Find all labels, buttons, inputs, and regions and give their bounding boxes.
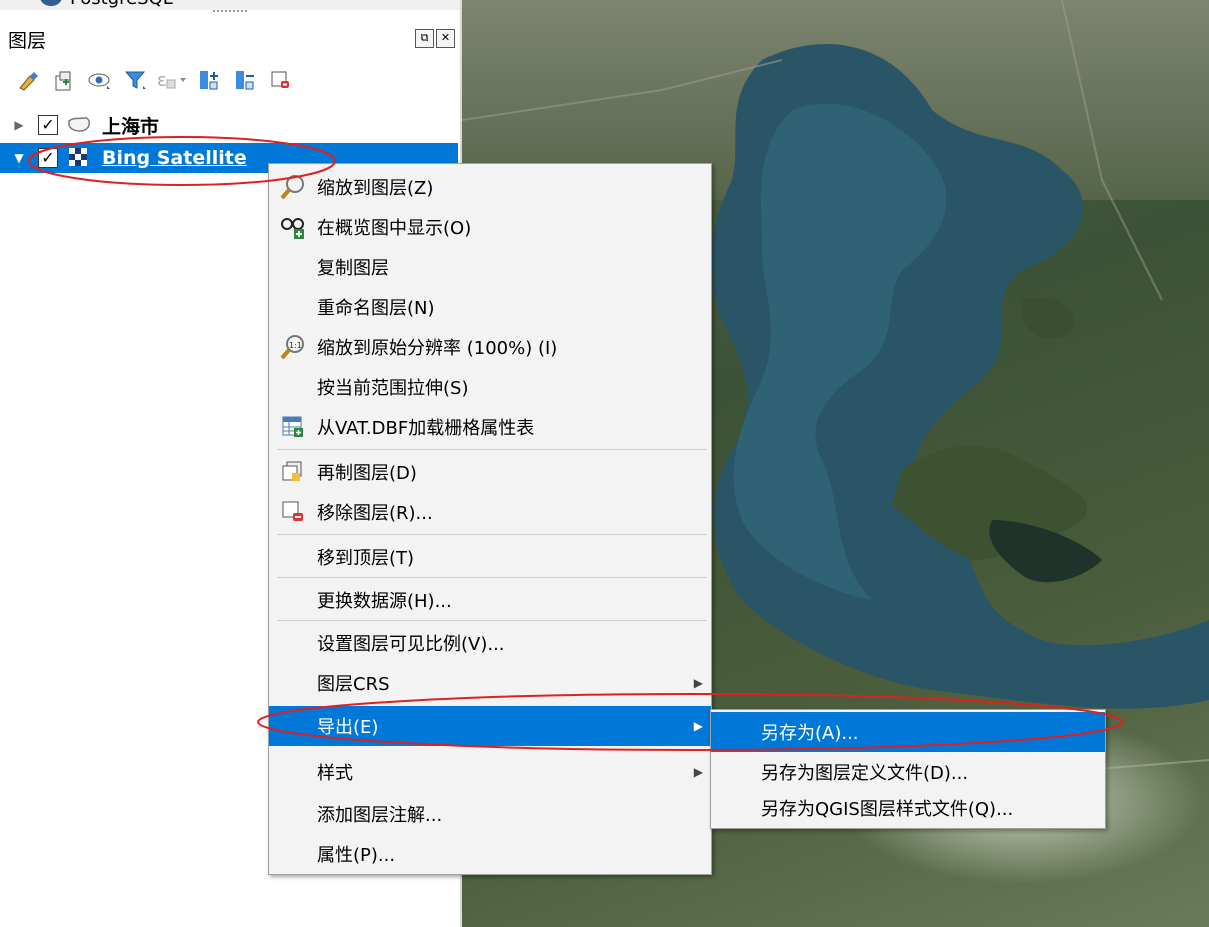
layer-name-label[interactable]: Bing Satellite bbox=[102, 147, 247, 169]
menu-separator bbox=[277, 534, 707, 535]
menu-item-rename-layer[interactable]: 重命名图层(N) bbox=[269, 287, 711, 327]
filter-expression-icon[interactable]: ε bbox=[154, 64, 190, 96]
postgresql-item-label[interactable]: PostgreSQL bbox=[70, 0, 173, 9]
browser-dock-remnant: PostgreSQL bbox=[0, 0, 460, 10]
menu-separator bbox=[277, 620, 707, 621]
dock-splitter-handle[interactable] bbox=[213, 10, 247, 15]
submenu-arrow-icon: ▶ bbox=[693, 676, 703, 690]
svg-text:ε: ε bbox=[157, 70, 167, 91]
collapse-arrow-icon[interactable]: ▼ bbox=[10, 151, 28, 165]
menu-item-save-as-qgis-style[interactable]: 另存为QGIS图层样式文件(Q)... bbox=[711, 788, 1105, 828]
menu-item-set-visibility-scale[interactable]: 设置图层可见比例(V)... bbox=[269, 623, 711, 663]
menu-item-remove-layer[interactable]: 移除图层(R)... bbox=[269, 492, 711, 532]
float-panel-button[interactable]: ⧉ bbox=[415, 29, 434, 48]
layer-visibility-checkbox[interactable]: ✓ bbox=[38, 148, 58, 168]
layer-visibility-checkbox[interactable]: ✓ bbox=[38, 115, 58, 135]
expand-all-icon[interactable] bbox=[190, 64, 226, 96]
layer-context-menu: 缩放到图层(Z) 在概览图中显示(O) 复制图层 重命名图层(N) 1:1 缩放… bbox=[268, 163, 712, 875]
close-panel-button[interactable]: ✕ bbox=[436, 29, 455, 48]
attribute-table-icon bbox=[279, 413, 307, 441]
menu-item-stretch-current-extent[interactable]: 按当前范围拉伸(S) bbox=[269, 367, 711, 407]
menu-separator bbox=[277, 577, 707, 578]
menu-item-change-data-source[interactable]: 更换数据源(H)... bbox=[269, 580, 711, 620]
menu-item-properties[interactable]: 属性(P)... bbox=[269, 834, 711, 874]
menu-item-show-in-overview[interactable]: 在概览图中显示(O) bbox=[269, 207, 711, 247]
menu-item-zoom-native-resolution[interactable]: 1:1 缩放到原始分辨率 (100%) (I) bbox=[269, 327, 711, 367]
style-manager-icon[interactable] bbox=[10, 64, 46, 96]
svg-text:1:1: 1:1 bbox=[289, 341, 302, 350]
duplicate-layer-icon bbox=[279, 458, 307, 486]
menu-item-zoom-to-layer[interactable]: 缩放到图层(Z) bbox=[269, 167, 711, 207]
menu-item-export[interactable]: 导出(E) ▶ bbox=[269, 706, 711, 746]
menu-item-load-vat-dbf[interactable]: 从VAT.DBF加载栅格属性表 bbox=[269, 407, 711, 447]
menu-item-move-to-top[interactable]: 移到顶层(T) bbox=[269, 537, 711, 577]
menu-separator bbox=[277, 449, 707, 450]
submenu-arrow-icon: ▶ bbox=[693, 719, 703, 733]
layer-row-shanghai[interactable]: ▶ ✓ 上海市 bbox=[0, 110, 458, 140]
polygon-layer-icon bbox=[66, 114, 92, 136]
menu-item-layer-crs[interactable]: 图层CRS ▶ bbox=[269, 663, 711, 703]
expand-arrow-icon[interactable]: ▶ bbox=[10, 118, 28, 132]
layers-toolbar: ε bbox=[10, 64, 298, 96]
layer-name-label[interactable]: 上海市 bbox=[102, 112, 159, 139]
menu-item-duplicate-layer[interactable]: 再制图层(D) bbox=[269, 452, 711, 492]
remove-layer-icon bbox=[279, 498, 307, 526]
menu-item-styles[interactable]: 样式 ▶ bbox=[269, 752, 711, 792]
remove-layer-icon[interactable] bbox=[262, 64, 298, 96]
show-in-overview-icon bbox=[279, 213, 307, 241]
submenu-arrow-icon: ▶ bbox=[693, 765, 703, 779]
collapse-all-icon[interactable] bbox=[226, 64, 262, 96]
postgresql-icon bbox=[40, 0, 62, 6]
menu-item-add-layer-notes[interactable]: 添加图层注解... bbox=[269, 794, 711, 834]
add-group-icon[interactable] bbox=[46, 64, 82, 96]
raster-layer-icon bbox=[66, 147, 92, 169]
visibility-icon[interactable] bbox=[82, 64, 118, 96]
panel-title: 图层 bbox=[8, 30, 47, 52]
zoom-native-resolution-icon: 1:1 bbox=[279, 333, 307, 361]
menu-item-save-as[interactable]: 另存为(A)... bbox=[711, 712, 1105, 752]
menu-item-copy-layer[interactable]: 复制图层 bbox=[269, 247, 711, 287]
export-submenu: 另存为(A)... 另存为图层定义文件(D)... 另存为QGIS图层样式文件(… bbox=[710, 709, 1106, 829]
zoom-to-layer-icon bbox=[279, 173, 307, 201]
filter-legend-icon[interactable] bbox=[118, 64, 154, 96]
menu-item-save-as-layer-definition[interactable]: 另存为图层定义文件(D)... bbox=[711, 752, 1105, 792]
